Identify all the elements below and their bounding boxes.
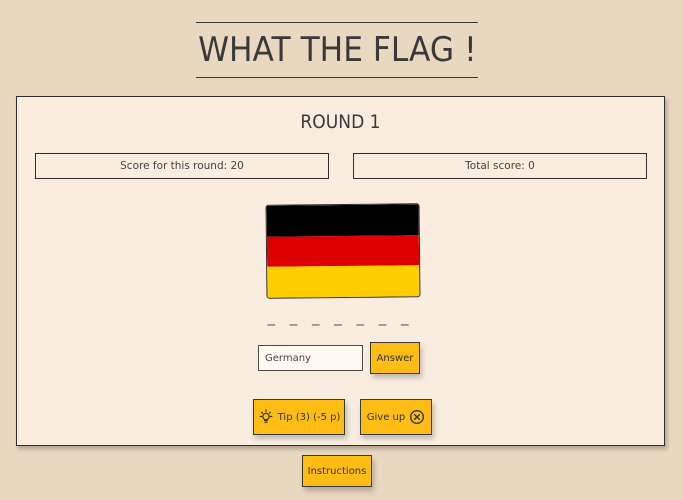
give-up-button-label: Give up: [366, 411, 406, 423]
answer-button-label: Answer: [376, 352, 414, 364]
page-title: WHAT THE FLAG !: [197, 30, 477, 70]
title-banner: WHAT THE FLAG !: [196, 22, 478, 78]
lightbulb-icon: [258, 409, 274, 425]
give-up-button[interactable]: Give up: [360, 399, 432, 435]
germany-flag: [265, 203, 421, 299]
close-circle-icon: [409, 409, 425, 425]
instructions-button[interactable]: Instructions: [302, 455, 372, 487]
answer-input[interactable]: [258, 345, 363, 371]
round-score-box: Score for this round: 20: [35, 153, 329, 179]
flag-stripe-red: [266, 234, 420, 268]
page: WHAT THE FLAG ! ROUND 1 Score for this r…: [0, 0, 683, 500]
answer-button[interactable]: Answer: [370, 342, 420, 374]
instructions-button-label: Instructions: [307, 465, 367, 477]
total-score-box: Total score: 0: [353, 153, 647, 179]
game-card: ROUND 1 Score for this round: 20 Total s…: [16, 96, 665, 446]
round-label: ROUND 1: [300, 111, 381, 133]
flag-stripe-gold: [267, 265, 420, 298]
tip-button[interactable]: Tip (3) (-5 p): [253, 399, 345, 435]
total-score-text: Total score: 0: [465, 160, 535, 172]
round-score-text: Score for this round: 20: [120, 160, 244, 172]
tip-button-label: Tip (3) (-5 p): [277, 411, 341, 423]
answer-mask: _ _ _ _ _ _ _: [267, 308, 414, 326]
flag-stripe-black: [266, 204, 419, 237]
